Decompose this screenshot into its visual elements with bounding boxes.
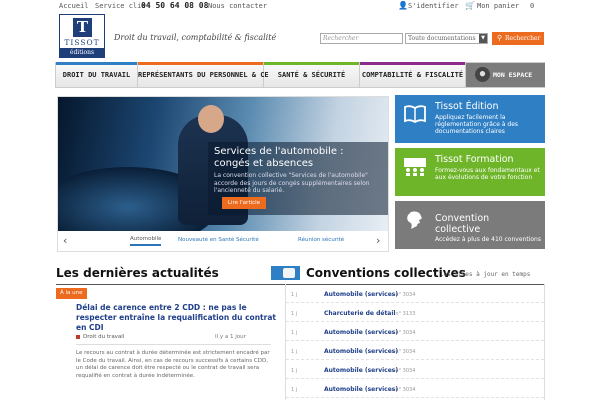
classroom-icon <box>404 158 426 176</box>
row-ref: - n° 3034 <box>392 349 416 355</box>
next-arrow-icon[interactable]: › <box>376 234 380 247</box>
nav-comptabilite[interactable]: COMPTABILITÉ & FISCALITÉ <box>360 62 466 87</box>
my-space-button[interactable]: ● MON ESPACE <box>466 63 545 87</box>
list-item[interactable]: 1 j Automobile (services) - n° 3034 <box>286 322 544 341</box>
row-name[interactable]: Automobile (services) <box>324 329 398 336</box>
my-space-label: MON ESPACE <box>493 71 533 79</box>
cart-count: 0 <box>530 2 535 10</box>
news-divider <box>56 284 271 285</box>
top-bar: Accueil Service clie 04 50 64 08 08 Nous… <box>0 0 600 14</box>
home-link[interactable]: Accueil <box>59 2 89 10</box>
promo-title: Convention collective <box>435 213 490 235</box>
header: T TISSOT éditions Droit du travail, comp… <box>0 14 600 62</box>
hero-image: Services de l'automobile : congés et abs… <box>58 97 388 231</box>
search-input[interactable]: Rechercher <box>320 33 403 44</box>
search-scope-select[interactable]: Toute documentations ▼ <box>405 33 488 44</box>
promo-tissot-edition[interactable]: Tissot Édition Appliquez facilement la r… <box>395 95 545 143</box>
login-link[interactable]: S'identifier <box>408 2 459 10</box>
row-ref: - n° 3034 <box>392 330 416 336</box>
promo-desc: Formez-vous aux fondamentaux et aux évol… <box>435 167 540 181</box>
row-name[interactable]: Automobile (services) <box>324 348 398 355</box>
news-body: Le recours au contrat à durée déterminée… <box>76 350 270 379</box>
conventions-icon <box>271 266 300 280</box>
row-name[interactable]: Automobile (services) <box>324 367 398 374</box>
hero-title: Services de l'automobile : congés et abs… <box>214 146 344 169</box>
search-button-label: Rechercher <box>505 35 541 42</box>
row-day: 1 j <box>291 311 298 317</box>
cart-link[interactable]: Mon panier <box>477 2 519 10</box>
conventions-live-label: les mises à jour en temps <box>440 271 531 278</box>
row-day: 1 j <box>291 330 298 336</box>
list-item[interactable]: 1 j Automobile (services) - n° 3034 <box>286 360 544 379</box>
list-item[interactable]: 1 j Automobile (services) - n° 3034 <box>286 284 544 303</box>
news-separator <box>76 344 271 345</box>
list-item[interactable]: 1 j Automobile (services) - n° 3034 <box>286 341 544 360</box>
read-article-button[interactable]: Lire l'article <box>222 197 266 209</box>
promo-desc: Appliquez facilement la réglementation g… <box>435 114 519 135</box>
news-section-title: Les dernières actualités <box>56 266 219 280</box>
row-day: 1 j <box>291 387 298 393</box>
search-icon: ⚲ <box>497 34 503 42</box>
row-ref: - n° 3133 <box>392 311 416 317</box>
row-day: 1 j <box>291 292 298 298</box>
logo-name: TISSOT <box>64 38 100 47</box>
marianne-icon <box>407 211 422 229</box>
hero-text: La convention collective "Services de l'… <box>214 172 370 194</box>
contact-link[interactable]: Nous contacter <box>208 2 267 10</box>
nav-droit-du-travail[interactable]: DROIT DU TRAVAIL <box>56 62 138 87</box>
news-category[interactable]: Droit du travail <box>76 334 124 340</box>
prev-arrow-icon[interactable]: ‹ <box>63 234 67 247</box>
hero-carousel: Services de l'automobile : congés et abs… <box>57 96 389 252</box>
promo-desc: Accédez à plus de 410 conventions <box>435 236 541 243</box>
list-item[interactable]: 1 j Automobile (services) - n° 3034 <box>286 379 544 398</box>
search-scope-value: Toute documentations <box>408 35 476 42</box>
hero-caption: Services de l'automobile : congés et abs… <box>208 142 388 215</box>
hero-tab-automobile[interactable]: Automobile <box>130 236 162 246</box>
promo-tissot-formation[interactable]: Tissot Formation Formez-vous aux fondame… <box>395 148 545 196</box>
customer-service-label: Service clie <box>95 2 146 10</box>
hero-tabs: ‹ Automobile Nouveauté en Santé Sécurité… <box>58 231 388 251</box>
phone-number[interactable]: 04 50 64 08 08 <box>141 1 208 10</box>
hero-tab-reunion[interactable]: Réunion sécurité <box>298 237 344 243</box>
row-day: 1 j <box>291 349 298 355</box>
row-name[interactable]: Charcuterie de détail <box>324 310 395 317</box>
logo-sub: éditions <box>60 48 104 57</box>
row-name[interactable]: Automobile (services) <box>324 386 398 393</box>
tagline: Droit du travail, comptabilité & fiscali… <box>114 33 277 42</box>
row-name[interactable]: Automobile (services) <box>324 291 398 298</box>
row-ref: - n° 3034 <box>392 368 416 374</box>
row-ref: - n° 3034 <box>392 387 416 393</box>
promo-title: Tissot Formation <box>435 154 514 165</box>
chevron-down-icon: ▼ <box>479 34 487 43</box>
cart-icon: 🛒 <box>465 1 475 10</box>
search-button[interactable]: ⚲ Rechercher <box>492 32 544 45</box>
tissot-logo[interactable]: T TISSOT éditions <box>59 14 105 58</box>
hero-tab-sante[interactable]: Nouveauté en Santé Sécurité <box>178 237 259 243</box>
news-date: Il y a 1 jour <box>215 334 246 340</box>
nav-representants[interactable]: REPRÉSENTANTS DU PERSONNEL & CE <box>138 62 269 87</box>
logo-mark: T <box>73 18 92 37</box>
promo-title: Tissot Édition <box>435 101 499 112</box>
book-icon <box>404 105 426 124</box>
main-nav: DROIT DU TRAVAIL REPRÉSENTANTS DU PERSON… <box>55 62 545 88</box>
conventions-list: 1 j Automobile (services) - n° 3034 1 j … <box>285 284 545 400</box>
top-story-badge: À la une <box>56 288 87 299</box>
row-day: 1 j <box>291 368 298 374</box>
user-icon: 👤 <box>398 1 408 10</box>
news-headline[interactable]: Délai de carence entre 2 CDD : ne pas le… <box>76 303 276 333</box>
row-ref: - n° 3034 <box>392 292 416 298</box>
nav-sante-securite[interactable]: SANTÉ & SÉCURITÉ <box>264 62 360 87</box>
avatar-icon: ● <box>475 67 490 82</box>
list-item[interactable]: 1 j Charcuterie de détail - n° 3133 <box>286 303 544 322</box>
promo-convention-collective[interactable]: Convention collective Accédez à plus de … <box>395 201 545 249</box>
